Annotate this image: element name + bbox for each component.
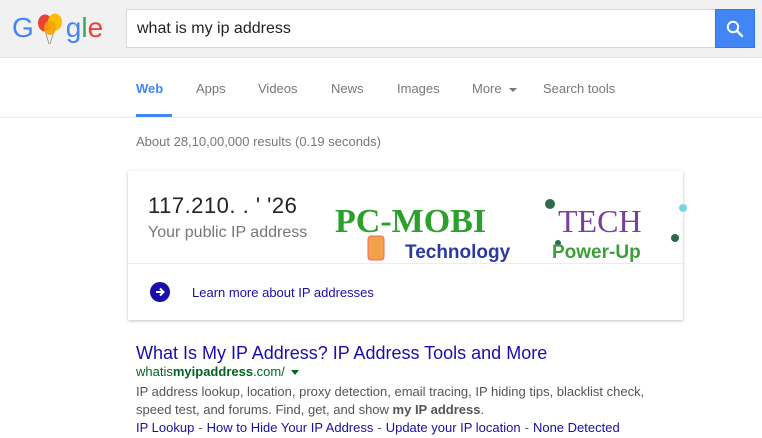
google-logo[interactable]: G gle: [12, 10, 103, 46]
sitelink-none-detected[interactable]: None Detected: [533, 420, 620, 435]
learn-more-link[interactable]: Learn more about IP addresses: [192, 285, 374, 300]
search-button[interactable]: [715, 9, 755, 48]
logo-letter-e: e: [87, 12, 104, 43]
arrow-right-icon[interactable]: [150, 282, 170, 302]
phone-icon: [367, 235, 385, 261]
result-url-suffix: .com/: [253, 364, 285, 379]
ip-address-subtitle: Your public IP address: [148, 224, 308, 241]
tab-more-label: More: [472, 81, 502, 96]
logo-rest: gle: [66, 10, 103, 46]
sitelink-ip-lookup[interactable]: IP Lookup: [136, 420, 194, 435]
search-input[interactable]: [127, 10, 716, 47]
tab-images[interactable]: Images: [397, 81, 440, 96]
tab-videos[interactable]: Videos: [258, 81, 298, 96]
result-url-prefix: whatis: [136, 364, 173, 379]
result-snippet: IP address lookup, location, proxy detec…: [136, 383, 656, 419]
ip-address-value: 117.210. . ' '26: [148, 193, 298, 218]
search-icon: [726, 20, 744, 37]
pc-mobi-tech-watermark: PC-MOBI TECH Technology Power-Up: [330, 190, 690, 270]
watermark-tagline-right: Power-Up: [552, 242, 641, 263]
tab-web[interactable]: Web: [136, 81, 163, 96]
snippet-end: .: [480, 402, 485, 417]
url-dropdown-icon[interactable]: [290, 370, 299, 376]
logo-letter-g2: g: [65, 12, 82, 43]
sparkle-icon: [671, 234, 679, 242]
snippet-bold: my IP address: [392, 402, 481, 417]
chevron-down-icon: [509, 87, 518, 92]
result-stats: About 28,10,00,000 results (0.19 seconds…: [136, 134, 381, 149]
sitelink-separator: -: [198, 420, 203, 435]
tab-search-tools[interactable]: Search tools: [543, 81, 615, 96]
result-url: whatismyipaddress.com/: [136, 364, 299, 379]
header-bar: G gle: [0, 0, 762, 58]
sitelink-separator: -: [524, 420, 529, 435]
watermark-tech: TECH: [558, 203, 642, 239]
watermark-pc-mobi: PC-MOBI: [335, 203, 486, 240]
tab-news[interactable]: News: [331, 81, 364, 96]
snippet-text: IP address lookup, location, proxy detec…: [136, 384, 645, 417]
result-sitelinks: IP Lookup - How to Hide Your IP Address - Up…: [136, 420, 620, 435]
search-box[interactable]: [126, 9, 716, 48]
result-url-bold: myipaddress: [172, 364, 254, 379]
tab-apps[interactable]: Apps: [196, 81, 226, 96]
watermark-tagline-left: Technology: [405, 242, 511, 263]
sitelink-hide-ip[interactable]: How to Hide Your IP Address: [207, 420, 374, 435]
sitelink-update-location[interactable]: Update your IP location: [386, 420, 521, 435]
search-tabs: Web Apps Videos News Images More Search …: [0, 58, 762, 118]
sparkle-icon: [679, 204, 687, 212]
logo-letter-g: G: [12, 12, 34, 43]
active-tab-indicator: [136, 114, 172, 117]
balloons-doodle-icon: [35, 10, 65, 46]
sitelink-separator: -: [377, 420, 382, 435]
tab-more[interactable]: More: [472, 81, 518, 96]
sparkle-icon: [545, 199, 555, 209]
result-title-link[interactable]: What Is My IP Address? IP Address Tools …: [136, 343, 547, 364]
